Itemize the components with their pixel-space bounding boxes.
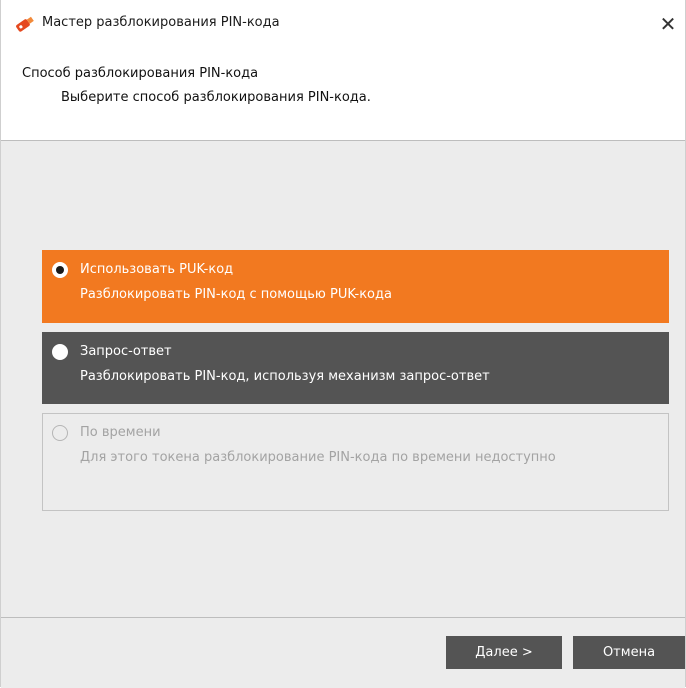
cancel-button[interactable]: Отмена (573, 636, 685, 669)
option-by-time: По времени Для этого токена разблокирова… (42, 413, 669, 511)
option-title: По времени (80, 425, 161, 440)
option-description: Разблокировать PIN-код, используя механи… (80, 369, 490, 384)
usb-token-icon (14, 15, 36, 33)
close-icon[interactable]: ✕ (651, 12, 685, 36)
title-bar: Мастер разблокирования PIN-кода ✕ (1, 0, 685, 46)
page-title: Способ разблокирования PIN-кода (22, 66, 259, 81)
radio-unselected-icon[interactable] (52, 344, 68, 360)
option-description: Для этого токена разблокирование PIN-код… (80, 450, 556, 465)
next-button[interactable]: Далее > (446, 636, 562, 669)
radio-selected-icon[interactable] (52, 262, 68, 278)
wizard-window: Мастер разблокирования PIN-кода ✕ Способ… (0, 0, 686, 688)
option-description: Разблокировать PIN-код с помощью PUK-код… (80, 287, 392, 302)
options-panel: Использовать PUK-код Разблокировать PIN-… (1, 141, 685, 617)
wizard-footer: Далее > Отмена (1, 617, 685, 688)
option-puk-code[interactable]: Использовать PUK-код Разблокировать PIN-… (42, 250, 669, 323)
page-subtitle: Выберите способ разблокирования PIN-кода… (61, 90, 371, 105)
wizard-header: Способ разблокирования PIN-кода Выберите… (1, 46, 685, 141)
option-title: Использовать PUK-код (80, 262, 234, 277)
window-title: Мастер разблокирования PIN-кода (42, 15, 280, 30)
option-challenge-response[interactable]: Запрос-ответ Разблокировать PIN-код, исп… (42, 332, 669, 404)
radio-disabled-icon (52, 425, 68, 441)
option-title: Запрос-ответ (80, 344, 172, 359)
